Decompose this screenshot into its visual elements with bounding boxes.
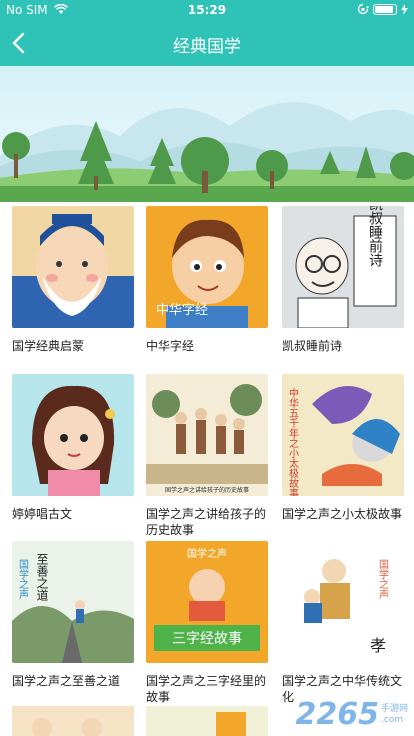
item-label: 国学之声之三字经里的故事 (146, 674, 267, 704)
list-item[interactable]: 中华字经 中华字经 (142, 206, 272, 354)
item-label: 凯叔睡前诗 (282, 339, 343, 353)
thumb-title: 中华五千年之小太极故事 (287, 387, 299, 496)
thumb-uncle-kai: 凯叔睡前诗 (282, 197, 404, 329)
item-label: 国学之声之小太极故事 (282, 507, 403, 521)
battery-level (375, 5, 393, 13)
thumb-scholar (12, 206, 134, 328)
charging-icon (401, 3, 408, 15)
thumb-history: 国学之声之讲给孩子的历史故事 (146, 374, 268, 496)
watermark-number: 2265 (295, 697, 379, 732)
list-item[interactable]: 国学之声之讲给孩子的历史故事 国学之声之讲给孩子的历史故事 (142, 374, 272, 538)
page-title: 经典国学 (173, 37, 241, 57)
watermark: 2265 手游网 .com (295, 697, 408, 732)
thumb-title-a: 国学之声 (17, 559, 29, 600)
item-label: 国学经典启蒙 (12, 339, 85, 353)
list-item-partial[interactable] (12, 706, 134, 736)
thumb-title: 国学之声之讲给孩子的历史故事 (165, 486, 249, 494)
item-label: 婷婷唱古文 (12, 507, 73, 521)
orientation-lock-icon (357, 3, 369, 15)
item-label: 国学之声之至善之道 (12, 674, 121, 688)
thumb-girl (12, 374, 134, 496)
item-label: 中华字经 (146, 339, 195, 353)
list-item[interactable]: 国学之声 至善之道 国学之声之至善之道 (8, 541, 138, 689)
list-item[interactable]: 国学之声 孝 国学之声之中华传统文化 (278, 541, 408, 705)
thumb-title-a: 国学之声 (187, 547, 227, 560)
nav-bar: 经典国学 (0, 20, 414, 66)
list-item[interactable]: 中华五千年之小太极故事 国学之声之小太极故事 (278, 374, 408, 522)
status-time: 15:29 (187, 3, 227, 17)
thumb-title-b: 三字经故事 (172, 631, 242, 647)
item-label: 国学之声之讲给孩子的历史故事 (146, 507, 267, 537)
thumb-title-b: 孝 (370, 636, 386, 655)
watermark-suffix: .com (380, 714, 404, 725)
thumb-three-character: 国学之声 三字经故事 (146, 541, 268, 663)
list-item[interactable]: 婷婷唱古文 (8, 374, 138, 522)
banner-landscape (0, 66, 414, 202)
thumb-title: 中华字经 (156, 303, 208, 318)
list-item[interactable]: 国学经典启蒙 (8, 206, 138, 354)
thumb-title: 凯叔睡前诗 (367, 206, 383, 267)
battery-icon (373, 3, 397, 15)
status-bar: No SIM 15:29 (0, 0, 414, 20)
list-item-partial[interactable] (146, 706, 268, 736)
status-right (357, 3, 408, 15)
thumb-virtue: 国学之声 至善之道 (12, 541, 134, 663)
list-item[interactable]: 国学之声 三字经故事 国学之声之三字经里的故事 (142, 541, 272, 705)
watermark-site: 手游网 (380, 703, 408, 714)
list-item[interactable]: 凯叔睡前诗 凯叔睡前诗 (278, 197, 408, 354)
thumb-tradition: 国学之声 孝 (282, 541, 404, 663)
thumb-boy: 中华字经 (146, 206, 268, 328)
thumb-title-a: 国学之声 (377, 559, 389, 600)
thumb-title-b: 至善之道 (35, 553, 49, 601)
thumb-taichi: 中华五千年之小太极故事 (282, 374, 404, 498)
